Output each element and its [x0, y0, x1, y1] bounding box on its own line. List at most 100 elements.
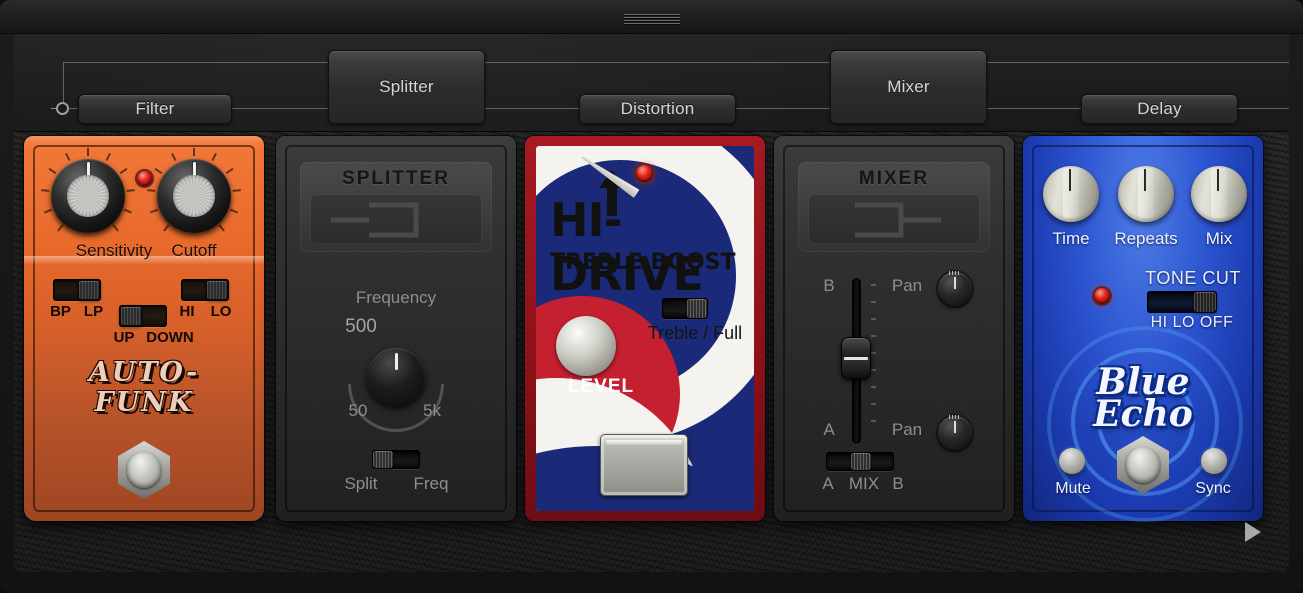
knob-repeats[interactable] — [1118, 166, 1174, 222]
mixer-badge-window — [808, 194, 980, 244]
mix-fader-knob[interactable] — [841, 337, 871, 379]
pedal-splitter[interactable]: SPLITTER Frequency 500 50 — [276, 136, 516, 521]
window-grip-icon[interactable] — [624, 14, 680, 23]
switch-hi-label: HI — [174, 303, 200, 320]
knob-frequency-pointer — [395, 353, 398, 370]
merge-routing-icon — [809, 197, 981, 243]
hi-drive-led — [636, 165, 653, 182]
splitter-frequency-label: Frequency — [276, 288, 516, 308]
routing-button-delay[interactable]: Delay — [1081, 94, 1238, 124]
knob-pan-b-ticks — [949, 271, 961, 275]
switch-treble-full-label: Treble / Full — [636, 323, 754, 344]
knob-frequency[interactable] — [367, 348, 425, 406]
blue-echo-footswitch[interactable] — [1117, 436, 1169, 494]
knob-pan-a-pointer — [954, 421, 956, 433]
switch-up-down[interactable] — [119, 305, 167, 327]
auto-funk-logo: AUTO- FUNK — [24, 358, 264, 418]
title-bar — [0, 0, 1303, 34]
button-mute[interactable] — [1059, 448, 1085, 474]
routing-button-mixer-label: Mixer — [887, 77, 930, 97]
blue-echo-logo-line2: Echo — [1023, 396, 1263, 432]
tone-cut-options: HI LO OFF — [1127, 314, 1257, 332]
auto-funk-footswitch[interactable] — [118, 441, 170, 499]
switch-lp-label: LP — [80, 303, 107, 320]
routing-button-filter-label: Filter — [136, 99, 175, 119]
switch-treble-full[interactable] — [662, 298, 708, 319]
knob-mix-indicator — [1217, 169, 1219, 191]
routing-button-distortion-label: Distortion — [621, 99, 695, 119]
knob-cutoff[interactable] — [157, 159, 231, 233]
splitter-badge-title: SPLITTER — [300, 168, 492, 190]
switch-a-mix-b-nub — [851, 453, 871, 470]
switch-hi-lo[interactable] — [181, 279, 229, 301]
pedal-board: Sensitivity Cutoff — [14, 132, 1289, 572]
switch-up-label: UP — [108, 329, 140, 346]
signal-input-node[interactable] — [56, 102, 69, 115]
switch-hi-lo-nub — [206, 280, 228, 300]
switch-tone-cut-nub — [1194, 292, 1216, 312]
blue-echo-footswitch-cap — [1126, 447, 1160, 483]
mixer-top-label: B — [814, 276, 844, 296]
switch-treble-full-nub — [687, 299, 707, 318]
pedal-auto-funk[interactable]: Sensitivity Cutoff — [24, 136, 264, 521]
auto-funk-logo-line1: AUTO- — [24, 358, 264, 388]
switch-mixer-b-label: B — [886, 474, 910, 494]
splitter-knob-min: 50 — [338, 401, 378, 421]
routing-button-distortion[interactable]: Distortion — [579, 94, 736, 124]
knob-repeats-indicator — [1144, 169, 1146, 191]
routing-button-mixer[interactable]: Mixer — [830, 50, 987, 124]
knob-mix-label: Mix — [1179, 229, 1259, 249]
splitter-knob-max: 5k — [412, 401, 452, 421]
switch-bp-lp[interactable] — [53, 279, 101, 301]
knob-sensitivity[interactable] — [51, 159, 125, 233]
switch-split-label: Split — [331, 474, 391, 494]
switch-lo-label: LO — [208, 303, 234, 320]
mix-fader-ticks — [871, 284, 876, 437]
switch-bp-label: BP — [47, 303, 74, 320]
knob-sensitivity-face — [67, 175, 108, 216]
split-routing-icon — [311, 197, 483, 243]
hi-drive-footswitch[interactable] — [600, 434, 688, 496]
switch-tone-cut[interactable] — [1147, 291, 1217, 313]
switch-a-mix-b[interactable] — [826, 452, 894, 471]
splitter-badge-window — [310, 194, 482, 244]
hi-drive-face: HI-DRIVE TREBLE BOOST LEVEL Treble / Ful… — [536, 146, 754, 511]
switch-mixer-a-label: A — [816, 474, 840, 494]
pedal-blue-echo[interactable]: Time Repeats Mix TONE CUT HI LO OFF Blue — [1023, 136, 1263, 521]
scroll-right-icon[interactable] — [1245, 522, 1261, 542]
switch-freq-label: Freq — [401, 474, 461, 494]
knob-level[interactable] — [556, 316, 616, 376]
knob-pan-b-pointer — [954, 277, 956, 289]
knob-repeats-label: Repeats — [1101, 229, 1191, 249]
pedalboard-window: Filter Splitter Distortion Mixer Delay — [0, 0, 1303, 593]
knob-pan-b[interactable] — [938, 272, 972, 306]
button-mute-label: Mute — [1033, 480, 1113, 498]
tone-cut-title: TONE CUT — [1128, 268, 1258, 289]
knob-pan-a-ticks — [949, 415, 961, 419]
knob-mix[interactable] — [1191, 166, 1247, 222]
blue-echo-logo: Blue Echo — [1023, 364, 1263, 432]
hi-drive-title: HI-DRIVE — [550, 193, 750, 301]
routing-button-splitter-label: Splitter — [379, 77, 434, 97]
pedal-hi-drive[interactable]: HI-DRIVE TREBLE BOOST LEVEL Treble / Ful… — [525, 136, 765, 521]
routing-button-filter[interactable]: Filter — [78, 94, 232, 124]
routing-button-delay-label: Delay — [1137, 99, 1181, 119]
mixer-pan-top-label: Pan — [882, 276, 932, 296]
switch-split-freq-nub — [373, 451, 393, 468]
button-sync-label: Sync — [1173, 480, 1253, 498]
knob-time[interactable] — [1043, 166, 1099, 222]
knob-pan-a[interactable] — [938, 416, 972, 450]
pedal-mixer[interactable]: MIXER B A Pan — [774, 136, 1014, 521]
button-sync[interactable] — [1201, 448, 1227, 474]
mixer-badge: MIXER — [798, 162, 990, 252]
blue-echo-led — [1094, 288, 1110, 304]
knob-time-indicator — [1069, 169, 1071, 191]
knob-cutoff-face — [173, 175, 214, 216]
knob-level-label: LEVEL — [546, 376, 656, 398]
mixer-bottom-label: A — [814, 420, 844, 440]
switch-split-freq[interactable] — [372, 450, 420, 469]
hi-drive-subtitle: TREBLE BOOST — [550, 250, 750, 275]
mixer-pan-bottom-label: Pan — [882, 420, 932, 440]
routing-button-splitter[interactable]: Splitter — [328, 50, 485, 124]
auto-funk-logo-line2: FUNK — [24, 388, 264, 418]
